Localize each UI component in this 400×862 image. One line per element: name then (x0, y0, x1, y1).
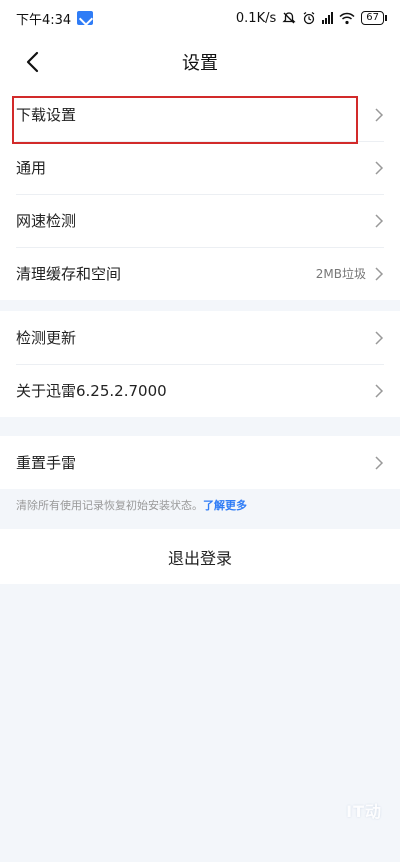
battery-icon: 67 (361, 11, 387, 25)
reset-note-text: 清除所有使用记录恢复初始安装状态。 (16, 499, 203, 512)
chevron-right-icon (375, 160, 384, 175)
status-time: 下午4:34 (16, 12, 72, 28)
status-left: 下午4:34 (16, 9, 94, 28)
status-bar: 下午4:34 0.1K/s 67 (0, 0, 400, 36)
chevron-right-icon (375, 383, 384, 398)
signal-icon (322, 12, 334, 24)
row-label: 通用 (16, 159, 47, 177)
nav-bar: 设置 (0, 36, 400, 88)
row-label: 检测更新 (16, 329, 77, 347)
row-label: 网速检测 (16, 212, 77, 230)
back-button[interactable] (18, 48, 46, 76)
alarm-icon (303, 11, 315, 25)
row-label: 关于迅雷6.25.2.7000 (16, 382, 167, 400)
chevron-right-icon (375, 107, 384, 122)
row-general[interactable]: 通用 (0, 141, 400, 194)
learn-more-link[interactable]: 了解更多 (203, 499, 247, 512)
row-clear-cache[interactable]: 清理缓存和空间 2MB垃圾 (0, 247, 400, 300)
watermark-logo: IT动 (346, 802, 382, 821)
back-arrow-icon (26, 51, 39, 73)
page-title: 设置 (182, 53, 218, 74)
chevron-right-icon (375, 330, 384, 345)
xunlei-badge-icon (77, 11, 94, 25)
row-reset-app[interactable]: 重置手雷 (0, 436, 400, 489)
chevron-right-icon (375, 455, 384, 470)
logout-button[interactable]: 退出登录 (0, 529, 400, 584)
row-label: 重置手雷 (16, 454, 77, 472)
row-download-settings[interactable]: 下载设置 (0, 88, 400, 141)
row-label: 清理缓存和空间 (16, 265, 122, 283)
chevron-right-icon (375, 266, 384, 281)
reset-note: 清除所有使用记录恢复初始安装状态。了解更多 (16, 497, 247, 513)
settings-section-2: 检测更新 关于迅雷6.25.2.7000 (0, 311, 400, 417)
row-about[interactable]: 关于迅雷6.25.2.7000 (0, 364, 400, 417)
wifi-icon (339, 12, 355, 24)
cache-size-value: 2MB垃圾 (315, 267, 366, 281)
status-right: 0.1K/s 67 (235, 10, 387, 26)
mute-icon (282, 12, 296, 24)
net-speed: 0.1K/s (235, 10, 277, 26)
settings-section-3: 重置手雷 (0, 436, 400, 489)
row-label: 下载设置 (16, 106, 77, 124)
settings-section-1: 下载设置 通用 网速检测 清理缓存和空间 2MB垃圾 (0, 88, 400, 300)
row-check-update[interactable]: 检测更新 (0, 311, 400, 364)
row-speed-test[interactable]: 网速检测 (0, 194, 400, 247)
chevron-right-icon (375, 213, 384, 228)
